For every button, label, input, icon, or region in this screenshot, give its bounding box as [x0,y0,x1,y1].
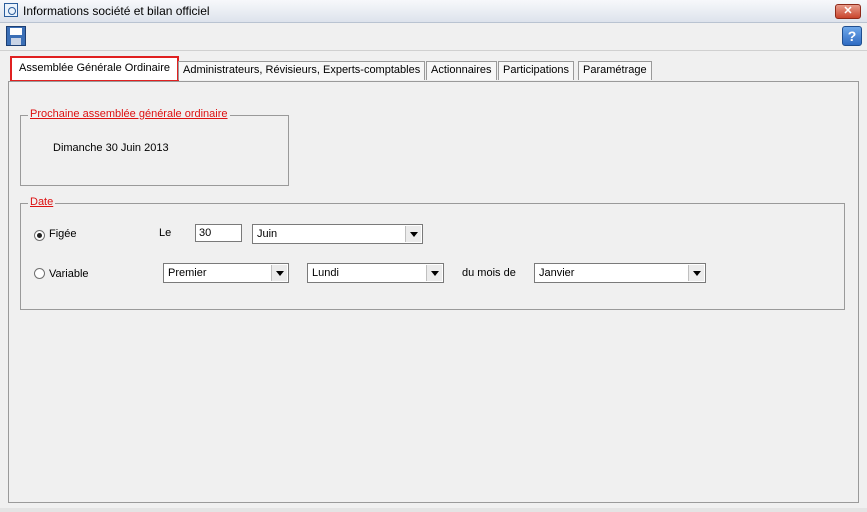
chevron-down-icon [271,265,287,281]
tab-assemblee-generale[interactable]: Assemblée Générale Ordinaire [10,56,180,82]
tab-participations[interactable]: Participations [498,61,575,80]
tab-administrateurs[interactable]: Administrateurs, Révisieurs, Experts-com… [178,61,426,80]
variable-label: Variable [49,268,89,280]
next-assembly-legend: Prochaine assemblée générale ordinaire [28,108,230,120]
fixed-month-value: Juin [257,228,278,240]
tab-parametrage[interactable]: Paramétrage [578,61,652,80]
variable-month-select[interactable]: Janvier [534,263,706,283]
save-icon[interactable] [6,26,26,46]
next-assembly-date: Dimanche 30 Juin 2013 [53,142,169,154]
chevron-down-icon [405,226,421,242]
day-input[interactable]: 30 [195,224,242,242]
close-icon: ✕ [843,5,853,17]
variable-radio[interactable] [34,268,45,279]
bottom-edge [0,508,867,512]
date-group: Date Figée Le 30 Juin Variable Premier L… [20,196,845,310]
fixed-month-select[interactable]: Juin [252,224,423,244]
le-label: Le [159,227,172,239]
chevron-down-icon [688,265,704,281]
of-month-label: du mois de [462,267,516,279]
chevron-down-icon [426,265,442,281]
weekday-value: Lundi [312,267,339,279]
ordinal-value: Premier [168,267,207,279]
date-legend: Date [28,196,56,208]
fixed-radio[interactable] [34,230,45,241]
variable-month-value: Janvier [539,267,575,279]
weekday-select[interactable]: Lundi [307,263,444,283]
toolbar: ? [0,23,867,51]
ordinal-select[interactable]: Premier [163,263,289,283]
app-icon [4,3,18,17]
window-title: Informations société et bilan officiel [23,4,210,18]
tab-actionnaires[interactable]: Actionnaires [426,61,497,80]
title-bar: Informations société et bilan officiel ✕ [0,0,867,23]
help-icon[interactable]: ? [842,26,862,46]
next-assembly-group: Prochaine assemblée générale ordinaire D… [20,108,289,186]
tab-panel: Prochaine assemblée générale ordinaire D… [8,81,859,503]
fixed-label: Figée [49,228,77,240]
close-button[interactable]: ✕ [835,4,861,19]
